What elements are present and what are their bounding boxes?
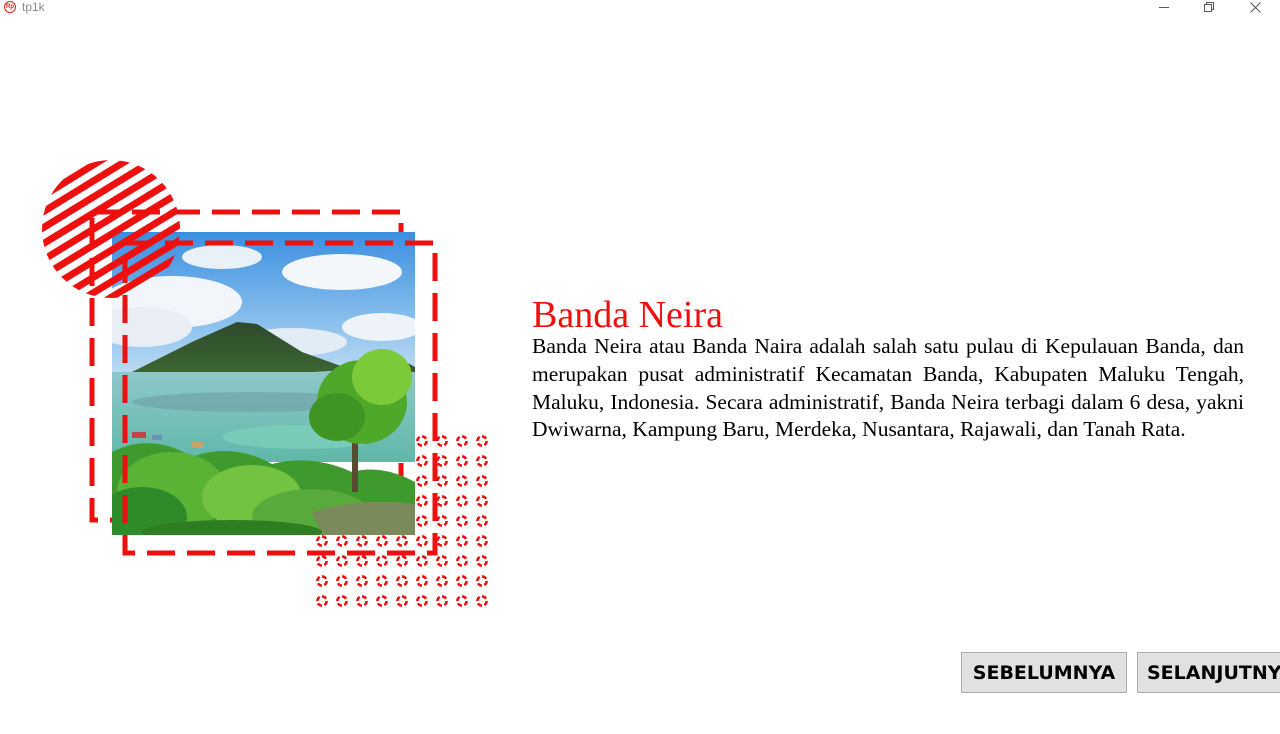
page-title: Banda Neira bbox=[532, 294, 723, 336]
striped-circle bbox=[42, 160, 180, 298]
next-button[interactable]: SELANJUTNYA bbox=[1137, 652, 1280, 693]
inner-dashed-frame bbox=[122, 240, 438, 556]
previous-button[interactable]: SEBELUMNYA bbox=[961, 652, 1127, 693]
description-text: Banda Neira atau Banda Naira adalah sala… bbox=[532, 334, 1244, 442]
app-window: Rp tp1k Banda Neira Banda Neira atau Ban… bbox=[0, 0, 1280, 734]
